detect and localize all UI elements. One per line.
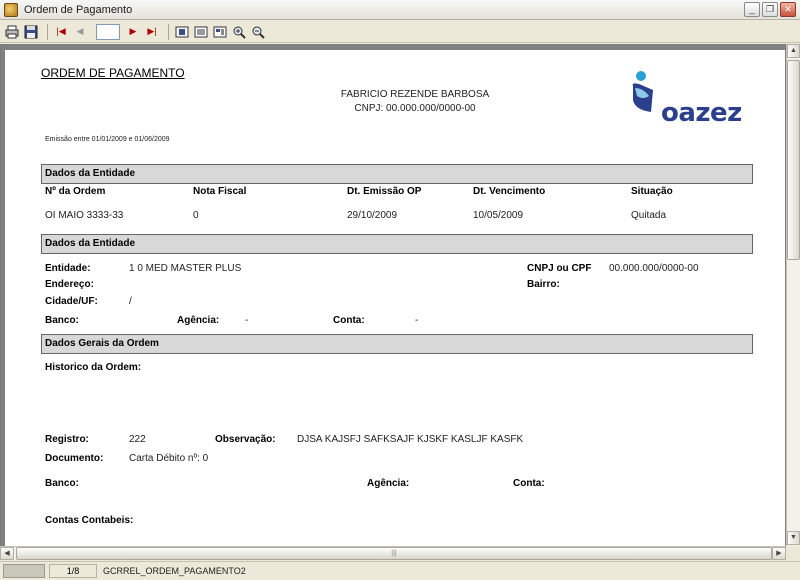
last-page-icon: ▶| xyxy=(147,26,157,36)
print-button[interactable] xyxy=(4,24,20,40)
arrow-left-icon: ◀ xyxy=(4,550,10,557)
horizontal-scroll-thumb[interactable]: ||| xyxy=(16,547,772,560)
observation-label: Observação: xyxy=(215,434,276,445)
bank-label-2: Banco: xyxy=(45,478,79,489)
window-controls: _ ❐ ✕ xyxy=(744,2,796,17)
col-due-date: Dt. Vencimento xyxy=(473,186,546,197)
vertical-scrollbar[interactable]: ▲ ▼ xyxy=(786,44,800,546)
address-label: Endereço: xyxy=(45,279,94,290)
report-viewport: ORDEM DE PAGAMENTO FABRICIO REZENDE BARB… xyxy=(0,44,786,546)
order-number-value: OI MAIO 3333-33 xyxy=(45,210,124,221)
section-header-entity: Dados da Entidade xyxy=(41,164,753,184)
scroll-up-button[interactable]: ▲ xyxy=(787,44,800,58)
registry-value: 222 xyxy=(129,434,146,445)
whole-page-icon xyxy=(175,26,189,37)
scroll-left-button[interactable]: ◀ xyxy=(0,547,14,560)
arrow-right-icon: ▶ xyxy=(776,550,782,557)
window-title: Ordem de Pagamento xyxy=(24,3,133,16)
col-order-number: Nº da Ordem xyxy=(45,186,106,197)
invoice-value: 0 xyxy=(193,210,199,221)
close-button[interactable]: ✕ xyxy=(780,2,796,17)
page-width-button[interactable] xyxy=(193,24,209,40)
status-value: Quitada xyxy=(631,210,667,221)
next-page-button[interactable]: ▶ xyxy=(125,24,141,40)
bank-label: Banco: xyxy=(45,315,79,326)
due-date-value: 10/05/2009 xyxy=(473,210,524,221)
page-width-icon xyxy=(194,26,208,37)
report-window: Ordem de Pagamento _ ❐ ✕ |◀ ◀ ▶ ▶| ORDEM… xyxy=(0,0,800,580)
status-page-indicator: 1/8 xyxy=(49,564,97,578)
company-cnpj: CNPJ: 00.000.000/0000-00 xyxy=(354,103,476,114)
company-name: FABRICIO REZENDE BARBOSA xyxy=(340,89,490,100)
district-label: Bairro: xyxy=(527,279,560,290)
save-button[interactable] xyxy=(23,24,39,40)
toolbar-separator xyxy=(168,23,169,40)
app-icon xyxy=(4,2,18,17)
previous-page-icon: ◀ xyxy=(76,26,84,36)
registry-label: Registro: xyxy=(45,434,89,445)
company-header: FABRICIO REZENDE BARBOSA CNPJ: 00.000.00… xyxy=(305,88,525,116)
scrollbar-corner xyxy=(786,546,800,560)
document-value: Carta Débito nº: 0 xyxy=(129,453,209,464)
report-page: ORDEM DE PAGAMENTO FABRICIO REZENDE BARB… xyxy=(5,50,785,546)
agency-label: Agência: xyxy=(177,315,220,326)
document-label: Documento: xyxy=(45,453,104,464)
toolbar-separator xyxy=(47,23,48,40)
emission-date-value: 29/10/2009 xyxy=(347,210,398,221)
section-header-order-data: Dados Gerais da Ordem xyxy=(41,334,753,354)
scroll-down-button[interactable]: ▼ xyxy=(787,531,800,545)
observation-value: DJSA KAJSFJ SAFKSAJF KJSKF KASLJF KASFK xyxy=(297,434,524,445)
agency-value: - xyxy=(245,315,249,326)
logo-text: oazez xyxy=(661,98,742,128)
zoom-in-button[interactable] xyxy=(231,24,247,40)
entity-label: Entidade: xyxy=(45,263,91,274)
section-header-entity-details: Dados da Entidade xyxy=(41,234,753,254)
col-invoice: Nota Fiscal xyxy=(193,186,247,197)
toolbar: |◀ ◀ ▶ ▶| xyxy=(0,21,800,43)
title-bar: Ordem de Pagamento _ ❐ ✕ xyxy=(0,0,800,20)
order-history-label: Historico da Ordem: xyxy=(45,362,142,373)
grip-icon: ||| xyxy=(391,550,397,557)
scroll-right-button[interactable]: ▶ xyxy=(772,547,786,560)
whole-page-button[interactable] xyxy=(174,24,190,40)
cnpj-value: 00.000.000/0000-00 xyxy=(609,263,699,274)
restore-button[interactable]: ❐ xyxy=(762,2,778,17)
actual-size-button[interactable] xyxy=(212,24,228,40)
printer-icon xyxy=(5,25,19,38)
arrow-up-icon: ▲ xyxy=(790,47,797,54)
floppy-icon xyxy=(24,25,38,38)
page-number-input[interactable] xyxy=(96,23,120,40)
status-progress xyxy=(3,564,45,578)
actual-size-icon xyxy=(213,26,227,37)
previous-page-button[interactable]: ◀ xyxy=(72,24,88,40)
first-page-icon: |◀ xyxy=(56,26,66,36)
next-page-icon: ▶ xyxy=(129,26,137,36)
account-label: Conta: xyxy=(333,315,365,326)
col-emission-date: Dt. Emissão OP xyxy=(347,186,422,197)
vertical-scroll-thumb[interactable] xyxy=(787,60,800,260)
horizontal-scrollbar[interactable]: ◀ ||| ▶ xyxy=(0,546,786,560)
accounting-accounts-label: Contas Contabeis: xyxy=(45,515,134,526)
cnpj-label: CNPJ ou CPF xyxy=(527,263,592,274)
last-page-button[interactable]: ▶| xyxy=(144,24,160,40)
city-label: Cidade/UF: xyxy=(45,296,98,307)
report-title: ORDEM DE PAGAMENTO xyxy=(41,66,185,80)
city-value: / xyxy=(129,296,132,307)
account-value: - xyxy=(415,315,419,326)
zoom-in-icon xyxy=(233,26,246,39)
agency-label-2: Agência: xyxy=(367,478,410,489)
first-page-button[interactable]: |◀ xyxy=(53,24,69,40)
arrow-down-icon: ▼ xyxy=(790,534,797,541)
minimize-button[interactable]: _ xyxy=(744,2,760,17)
status-report-name: GCRREL_ORDEM_PAGAMENTO2 xyxy=(103,566,246,576)
account-label-2: Conta: xyxy=(513,478,545,489)
zoom-out-icon xyxy=(252,26,265,39)
col-status: Situação xyxy=(631,186,673,197)
emission-period: Emissão entre 01/01/2009 e 01/06/2009 xyxy=(45,136,170,143)
entity-value: 1 0 MED MASTER PLUS xyxy=(129,263,242,274)
zoom-out-button[interactable] xyxy=(250,24,266,40)
status-bar: 1/8 GCRREL_ORDEM_PAGAMENTO2 xyxy=(0,561,800,580)
